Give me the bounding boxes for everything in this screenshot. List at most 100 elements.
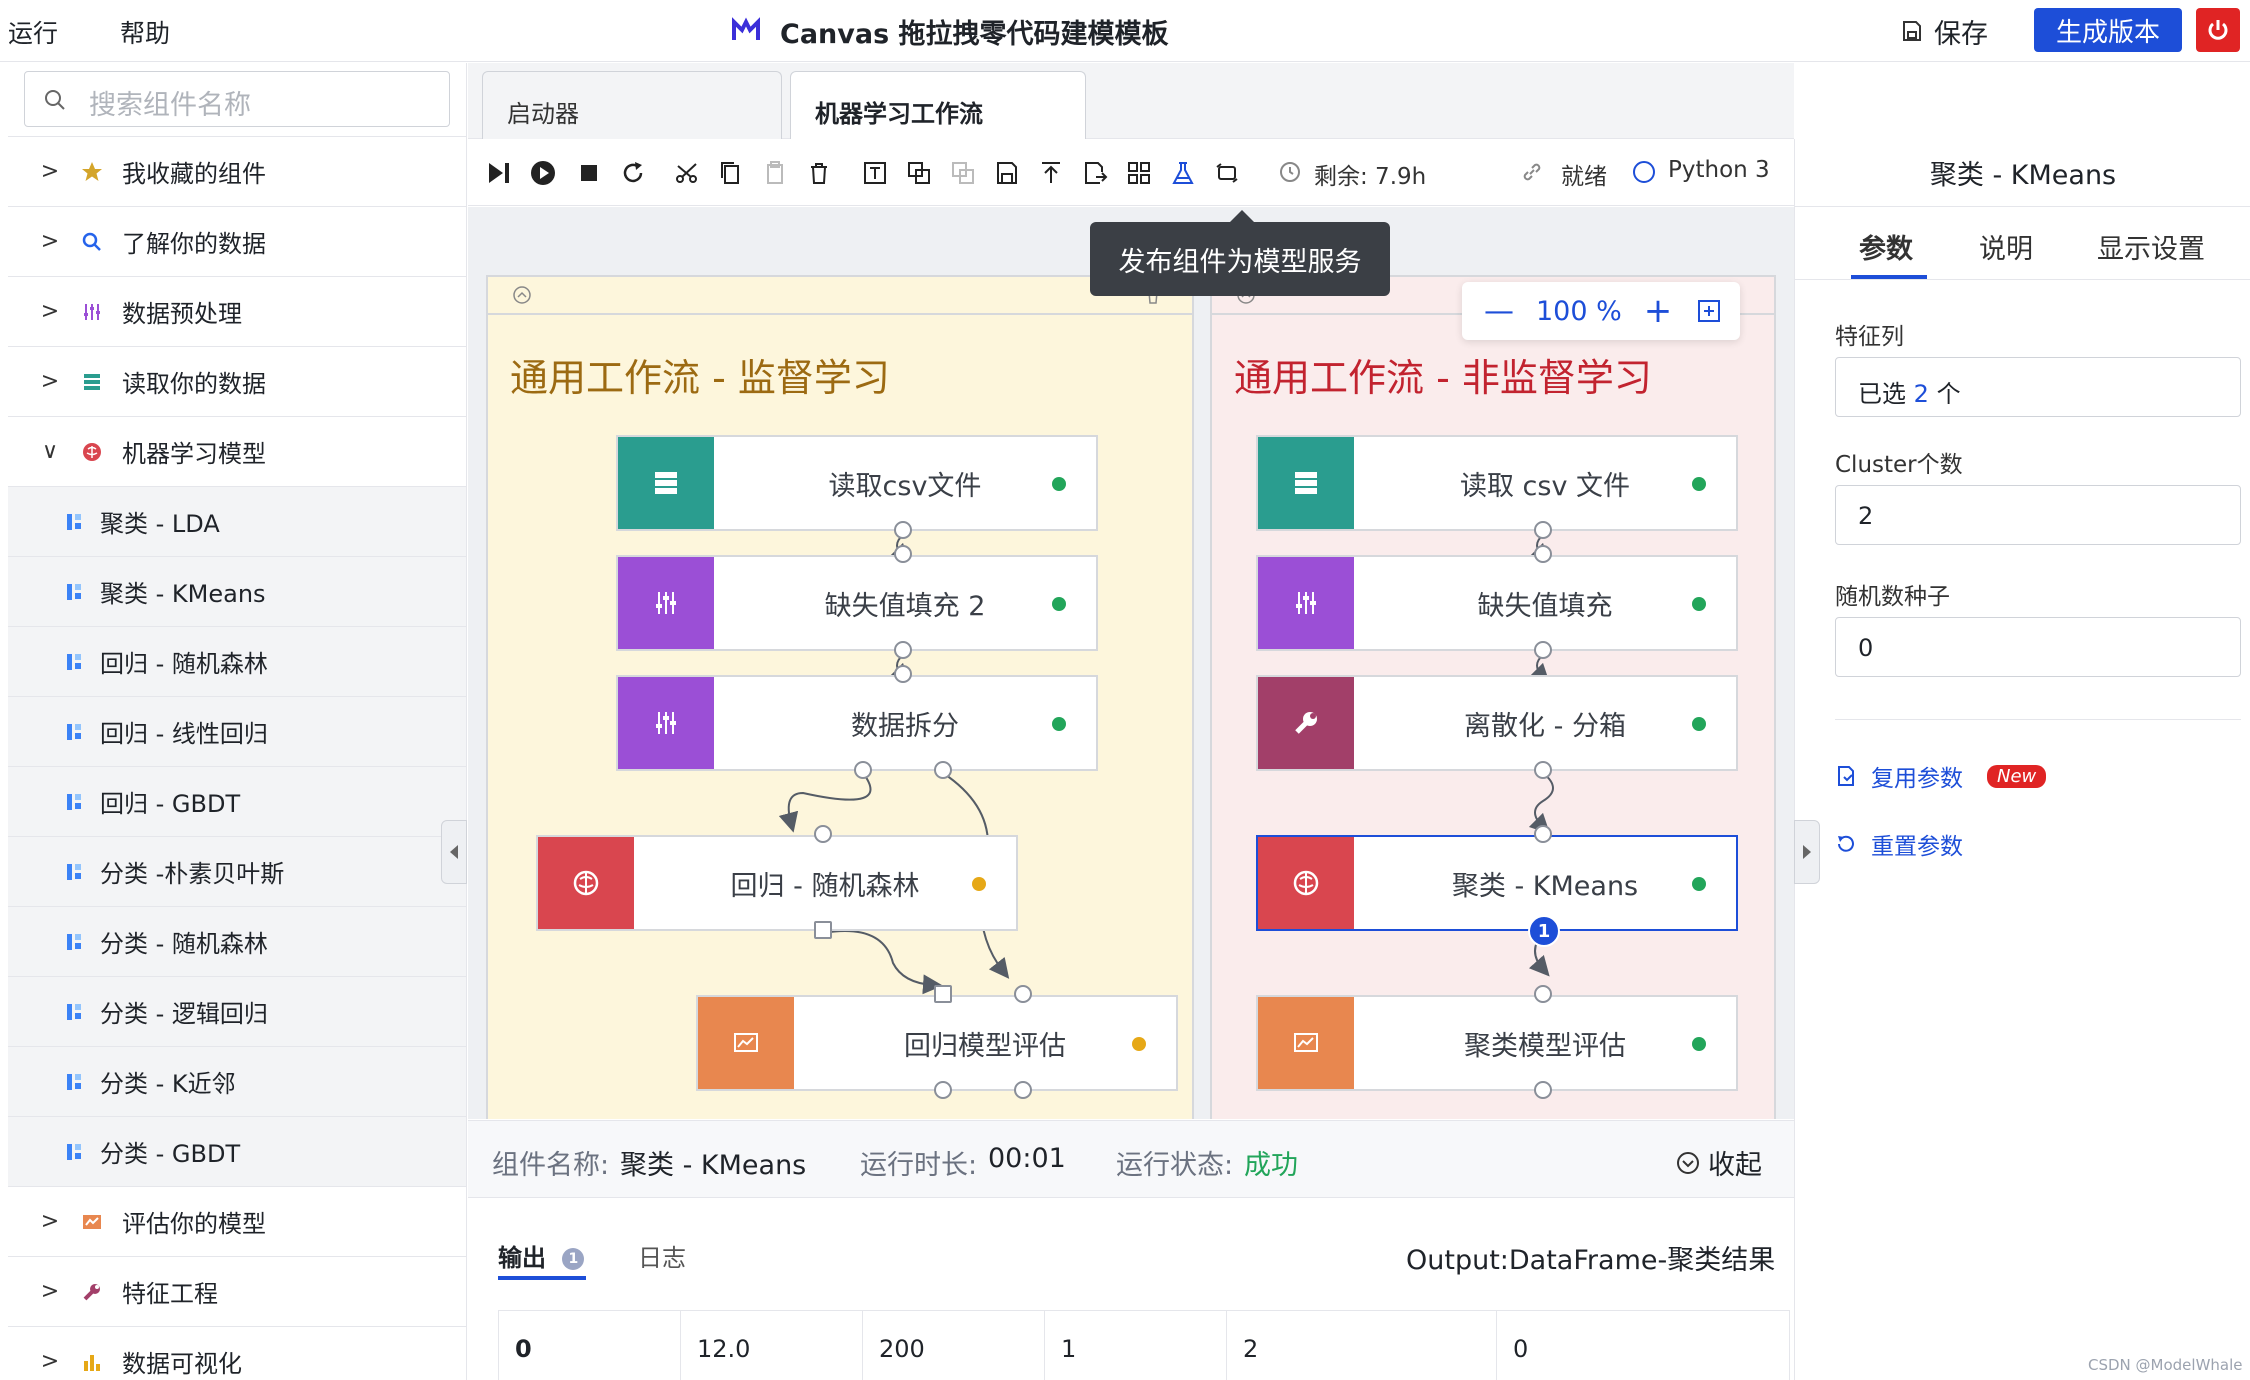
tab-ml-workflow[interactable]: 机器学习工作流 [790,71,1086,139]
sidebar-item-read-data[interactable]: > 读取你的数据 [8,346,466,416]
model-component-icon [60,722,90,742]
reset-params-link[interactable]: 重置参数 [1835,827,1963,861]
workflow-canvas[interactable]: 通用工作流 - 监督学习 通用工作流 - 非监督学习 读取csv文件 缺失值填充… [468,207,1794,1119]
input-port[interactable] [814,825,832,843]
sidebar-subitem[interactable]: 回归 - 随机森林 [8,626,466,696]
sidebar-item-label: 了解你的数据 [122,230,266,258]
cluster-count-input[interactable]: 2 [1835,485,2241,545]
node-regression-rf[interactable]: 回归 - 随机森林 [536,825,1018,939]
export-icon[interactable] [1082,160,1108,186]
run-icon[interactable] [530,160,556,186]
save-file-icon[interactable] [994,160,1020,186]
sidebar-subitem[interactable]: 聚类 - KMeans [8,556,466,626]
output-port-train[interactable] [854,761,872,779]
stop-icon[interactable] [576,160,602,186]
node-cluster-eval[interactable]: 聚类模型评估 [1256,985,1738,1099]
power-button[interactable] [2196,8,2240,52]
group-icon[interactable] [906,160,932,186]
publish-model-flask-icon[interactable] [1170,160,1196,186]
delete-icon[interactable] [806,160,832,186]
collapse-panel-handle[interactable] [1794,820,1820,884]
fit-view-icon[interactable] [1696,298,1722,324]
refresh-icon[interactable] [620,160,646,186]
sidebar-item-feature-engineering[interactable]: > 特征工程 [8,1256,466,1326]
sidebar-subitem[interactable]: 回归 - GBDT [8,766,466,836]
sidebar-item-know-data[interactable]: > 了解你的数据 [8,206,466,276]
output-port[interactable] [1534,761,1552,779]
model-input-port[interactable] [934,985,952,1003]
components-icon[interactable] [1126,160,1152,186]
text-box-icon[interactable] [862,160,888,186]
tab-log[interactable]: 日志 [638,1238,686,1273]
input-port[interactable] [894,545,912,563]
sidebar-item-visualization[interactable]: > 数据可视化 [8,1326,466,1380]
node-missing-fill-2[interactable]: 缺失值填充 [1256,545,1738,659]
menu-help[interactable]: 帮助 [120,14,170,50]
component-name-value: 聚类 - KMeans [620,1150,807,1181]
menu-run[interactable]: 运行 [8,14,58,50]
output-port[interactable] [1014,1081,1032,1099]
save-button[interactable]: 保存 [1900,10,1988,52]
reuse-params-link[interactable]: 复用参数 New [1835,759,2047,793]
paste-icon[interactable] [762,160,788,186]
tab-display-settings[interactable]: 显示设置 [2097,227,2205,266]
node-data-split[interactable]: 数据拆分 [616,665,1098,779]
sidebar-subitem[interactable]: 分类 - GBDT [8,1116,466,1186]
database-icon [1258,437,1354,529]
output-count-badge[interactable]: 1 [1528,915,1560,947]
sidebar-item-evaluate[interactable]: > 评估你的模型 [8,1186,466,1256]
sidebar-subitem[interactable]: 回归 - 线性回归 [8,696,466,766]
sidebar-item-preprocessing[interactable]: > 数据预处理 [8,276,466,346]
collapse-button[interactable]: 收起 [1676,1143,1762,1182]
collapse-sidebar-handle[interactable] [441,820,467,884]
input-port[interactable] [1534,545,1552,563]
sidebar-subitem[interactable]: 分类 - 逻辑回归 [8,976,466,1046]
sidebar-subitem-label: 分类 - 逻辑回归 [100,1000,268,1028]
cut-icon[interactable] [674,160,700,186]
zoom-in-button[interactable]: + [1644,291,1673,331]
ungroup-icon[interactable] [950,160,976,186]
sidebar-subitem[interactable]: 分类 -朴素贝叶斯 [8,836,466,906]
search-input[interactable]: 搜索组件名称 [24,71,450,127]
node-regression-eval[interactable]: 回归模型评估 [696,985,1178,1099]
model-output-port[interactable] [814,921,832,939]
sidebar-subitem[interactable]: 分类 - K近邻 [8,1046,466,1116]
sidebar-subitem[interactable]: 分类 - 随机森林 [8,906,466,976]
node-kmeans-selected[interactable]: 聚类 - KMeans 1 [1256,825,1738,947]
status-dot [1692,717,1706,731]
node-discretize[interactable]: 离散化 - 分箱 [1256,675,1738,779]
feature-columns-field[interactable]: 已选 2 个 [1835,357,2241,417]
model-component-icon [60,582,90,602]
generate-version-button[interactable]: 生成版本 [2034,8,2182,52]
tab-launcher[interactable]: 启动器 [482,71,782,139]
output-port[interactable] [1534,521,1552,539]
upload-icon[interactable] [1038,160,1064,186]
tab-params[interactable]: 参数 [1859,227,1913,266]
sidebar-subitem-label: 回归 - 随机森林 [100,650,268,678]
input-port[interactable] [1534,985,1552,1003]
input-port[interactable] [1534,825,1552,843]
output-port[interactable] [934,1081,952,1099]
loop-icon[interactable] [1214,160,1240,186]
model-component-icon [60,862,90,882]
tab-output[interactable]: 输出 1 [498,1238,585,1273]
sidebar-item-favorites[interactable]: > 我收藏的组件 [8,136,466,206]
sidebar-subitem[interactable]: 聚类 - LDA [8,486,466,556]
node-read-csv-2[interactable]: 读取 csv 文件 [1256,435,1738,539]
zoom-out-button[interactable]: — [1484,294,1514,329]
output-port[interactable] [1534,1081,1552,1099]
output-port[interactable] [894,641,912,659]
output-port[interactable] [894,521,912,539]
tab-description[interactable]: 说明 [1979,227,2033,266]
kernel-name[interactable]: Python 3 [1668,157,1770,183]
node-read-csv[interactable]: 读取csv文件 [616,435,1098,539]
copy-icon[interactable] [718,160,744,186]
input-port[interactable] [894,665,912,683]
sidebar-item-ml-models[interactable]: ∨ 机器学习模型 [8,416,466,486]
output-port-test[interactable] [934,761,952,779]
input-port[interactable] [1014,985,1032,1003]
random-seed-input[interactable]: 0 [1835,617,2241,677]
run-to-end-icon[interactable] [486,160,512,186]
output-port[interactable] [1534,641,1552,659]
node-missing-fill[interactable]: 缺失值填充 2 [616,545,1098,659]
